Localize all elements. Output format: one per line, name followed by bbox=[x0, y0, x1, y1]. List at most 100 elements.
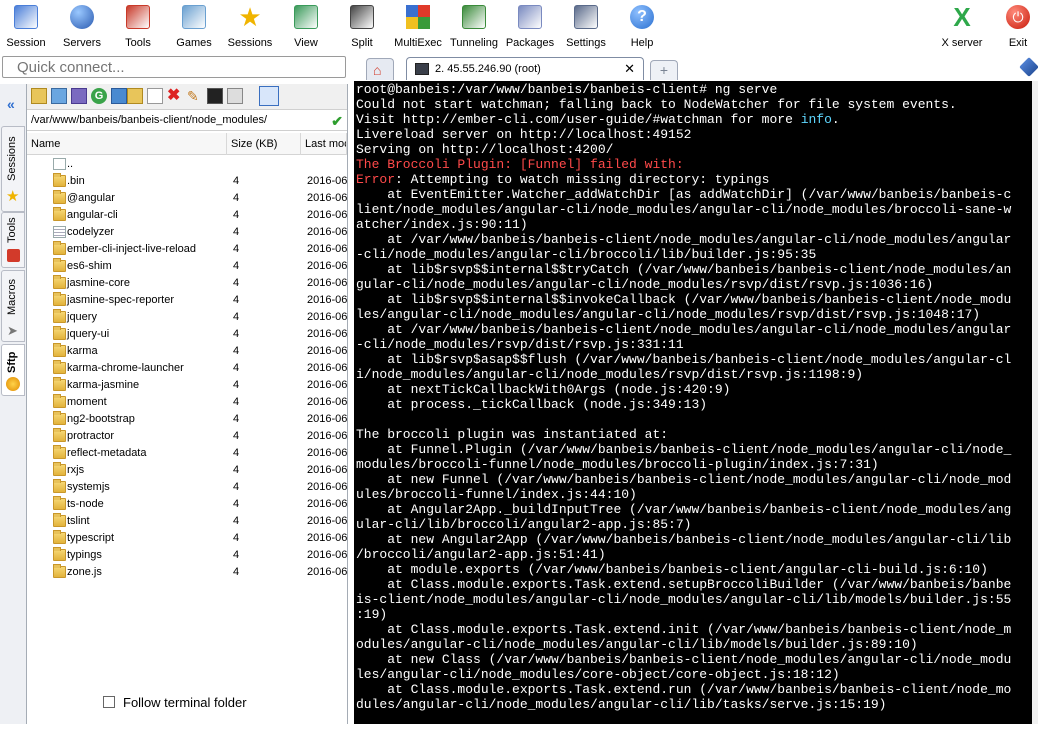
new-tab-button[interactable]: + bbox=[650, 60, 678, 80]
tab-tools[interactable]: Tools bbox=[1, 212, 25, 268]
sftp-toolbar: G ✖ ✎ bbox=[27, 84, 347, 110]
settings-button[interactable]: Settings bbox=[554, 3, 618, 51]
terminal-line: /broccoli/angular2-app.js:51:41) bbox=[356, 547, 606, 562]
sftp-panel: G ✖ ✎ /var/www/banbeis/banbeis-client/no… bbox=[26, 84, 348, 724]
x-server-button[interactable]: XX server bbox=[930, 3, 994, 51]
terminal-output[interactable]: root@banbeis:/var/www/banbeis/banbeis-cl… bbox=[354, 81, 1032, 724]
folder-icon bbox=[53, 479, 66, 493]
file-row[interactable]: angular-cli 4 2016-06 bbox=[27, 207, 347, 224]
quick-connect-input[interactable] bbox=[2, 56, 346, 78]
split-button[interactable]: Split bbox=[330, 3, 394, 51]
file-row[interactable]: karma 4 2016-06 bbox=[27, 343, 347, 360]
terminal-line: is-client/node_modules/angular-cli/node_… bbox=[356, 592, 1012, 607]
parent-directory-row[interactable]: .. bbox=[27, 156, 347, 173]
column-modified[interactable]: Last moc bbox=[301, 133, 347, 155]
split-icon bbox=[350, 5, 374, 29]
tools-icon bbox=[126, 5, 150, 29]
column-name[interactable]: Name bbox=[27, 133, 227, 155]
file-row[interactable]: .bin 4 2016-06 bbox=[27, 173, 347, 190]
terminal-line: Error: Attempting to watch missing direc… bbox=[356, 172, 770, 187]
folder-icon bbox=[53, 530, 66, 544]
terminal-line: at module.exports (/var/www/banbeis/banb… bbox=[356, 562, 988, 577]
checkmark-icon[interactable]: ✔ bbox=[331, 113, 343, 130]
upload-icon[interactable] bbox=[71, 88, 87, 104]
packages-button[interactable]: Packages bbox=[498, 3, 562, 51]
tab-sessions[interactable]: Sessions ★ bbox=[1, 126, 25, 212]
file-row[interactable]: jquery-ui 4 2016-06 bbox=[27, 326, 347, 343]
file-row[interactable]: reflect-metadata 4 2016-06 bbox=[27, 445, 347, 462]
file-row[interactable]: ember-cli-inject-live-reload 4 2016-06 bbox=[27, 241, 347, 258]
file-row[interactable]: es6-shim 4 2016-06 bbox=[27, 258, 347, 275]
terminal-line: at process._tickCallback (node.js:349:13… bbox=[356, 397, 708, 412]
help-button[interactable]: ? Help bbox=[610, 3, 674, 51]
servers-button[interactable]: Servers bbox=[50, 3, 114, 51]
terminal-icon[interactable] bbox=[207, 88, 223, 104]
column-size[interactable]: Size (KB) bbox=[227, 133, 301, 155]
folder-icon bbox=[53, 360, 66, 374]
sftp-path-field[interactable]: /var/www/banbeis/banbeis-client/node_mod… bbox=[27, 111, 347, 131]
folder-icon bbox=[53, 275, 66, 289]
tools-button[interactable]: Tools bbox=[106, 3, 170, 51]
file-row[interactable]: protractor 4 2016-06 bbox=[27, 428, 347, 445]
terminal-line: at lib$rsvp$$internal$$invokeCallback (/… bbox=[356, 292, 1012, 307]
follow-terminal-folder-checkbox[interactable]: Follow terminal folder bbox=[103, 695, 247, 710]
file-row[interactable]: typescript 4 2016-06 bbox=[27, 530, 347, 547]
home-tab[interactable]: ⌂ bbox=[366, 58, 394, 80]
view-mode-icon[interactable] bbox=[259, 86, 279, 106]
file-list-header: Name Size (KB) Last moc bbox=[27, 133, 347, 155]
games-button[interactable]: Games bbox=[162, 3, 226, 51]
file-row[interactable]: rxjs 4 2016-06 bbox=[27, 462, 347, 479]
tab-terminal-session[interactable]: 2. 45.55.246.90 (root) ✕ bbox=[406, 57, 644, 80]
terminal-scrollbar[interactable] bbox=[1032, 81, 1038, 724]
star-icon: ★ bbox=[238, 2, 262, 32]
folder-icon bbox=[53, 241, 66, 255]
file-row[interactable]: jquery 4 2016-06 bbox=[27, 309, 347, 326]
file-row[interactable]: jasmine-spec-reporter 4 2016-06 bbox=[27, 292, 347, 309]
file-row[interactable]: systemjs 4 2016-06 bbox=[27, 479, 347, 496]
tab-macros[interactable]: Macros ➤ bbox=[1, 270, 25, 342]
file-row[interactable]: typings 4 2016-06 bbox=[27, 547, 347, 564]
attach-icon[interactable] bbox=[1019, 57, 1038, 77]
file-row[interactable]: zone.js 4 2016-06 bbox=[27, 564, 347, 581]
new-file-icon[interactable] bbox=[147, 88, 163, 104]
folder-icon bbox=[53, 258, 66, 272]
folder-icon bbox=[53, 377, 66, 391]
file-row[interactable]: moment 4 2016-06 bbox=[27, 394, 347, 411]
file-row[interactable]: ts-node 4 2016-06 bbox=[27, 496, 347, 513]
home-folder-icon[interactable] bbox=[111, 88, 127, 104]
exit-icon: ⏻ bbox=[1006, 5, 1030, 29]
terminal-line: -cli/node_modules/rsvp/dist/rsvp.js:331:… bbox=[356, 337, 684, 352]
download-icon[interactable] bbox=[51, 88, 67, 104]
collapse-panel-icon[interactable]: « bbox=[7, 96, 15, 112]
properties-icon[interactable] bbox=[227, 88, 243, 104]
file-icon bbox=[53, 226, 66, 238]
file-row[interactable]: tslint 4 2016-06 bbox=[27, 513, 347, 530]
file-row[interactable]: jasmine-core 4 2016-06 bbox=[27, 275, 347, 292]
new-folder-icon[interactable] bbox=[127, 88, 143, 104]
rename-icon[interactable]: ✎ bbox=[187, 88, 203, 104]
terminal-line: Visit http://ember-cli.com/user-guide/#w… bbox=[356, 112, 840, 127]
delete-icon[interactable]: ✖ bbox=[167, 88, 183, 104]
view-button[interactable]: View bbox=[274, 3, 338, 51]
terminal-line: at EventEmitter.Watcher_addWatchDir [as … bbox=[356, 187, 1012, 202]
file-row[interactable]: karma-jasmine 4 2016-06 bbox=[27, 377, 347, 394]
checkbox-icon[interactable] bbox=[103, 696, 115, 708]
side-tabs: « Sessions ★ Tools Macros ➤ Sftp bbox=[0, 84, 26, 724]
parent-folder-icon[interactable] bbox=[31, 88, 47, 104]
file-row[interactable]: karma-chrome-launcher 4 2016-06 bbox=[27, 360, 347, 377]
sessions-button[interactable]: ★ Sessions bbox=[218, 3, 282, 51]
terminal-line: :19) bbox=[356, 607, 388, 622]
terminal-line: at /var/www/banbeis/banbeis-client/node_… bbox=[356, 322, 1012, 337]
refresh-icon[interactable]: G bbox=[91, 88, 107, 104]
file-row[interactable]: ng2-bootstrap 4 2016-06 bbox=[27, 411, 347, 428]
tab-sftp[interactable]: Sftp bbox=[1, 344, 25, 396]
multiexec-button[interactable]: MultiExec bbox=[386, 3, 450, 51]
file-row[interactable]: codelyzer 4 2016-06 bbox=[27, 224, 347, 241]
folder-icon bbox=[53, 343, 66, 357]
tunneling-button[interactable]: Tunneling bbox=[442, 3, 506, 51]
folder-icon bbox=[53, 190, 66, 204]
close-tab-icon[interactable]: ✕ bbox=[624, 58, 635, 80]
exit-button[interactable]: ⏻ Exit bbox=[986, 3, 1038, 51]
file-row[interactable]: @angular 4 2016-06 bbox=[27, 190, 347, 207]
